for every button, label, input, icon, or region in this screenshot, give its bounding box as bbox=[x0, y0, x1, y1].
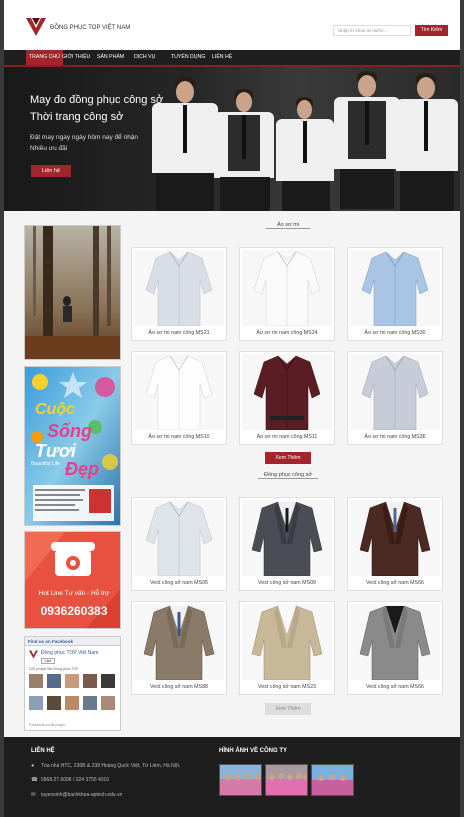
product-name[interactable]: Vest công sở nam MS09 bbox=[240, 580, 334, 586]
logo-icon[interactable] bbox=[26, 18, 46, 36]
product-name[interactable]: Vest công sở nam MS23 bbox=[240, 684, 334, 690]
product-card[interactable]: Vest công sở nam MS66 bbox=[347, 497, 443, 591]
avatar[interactable] bbox=[29, 696, 43, 710]
hero-banner: May đo đồng phục công sở Thời trang công… bbox=[4, 67, 460, 211]
product-image[interactable] bbox=[134, 500, 224, 576]
product-name[interactable]: Áo sơ mi nam công MS30 bbox=[348, 330, 442, 336]
nav-item-recruitment[interactable]: TUYỂN DỤNG bbox=[168, 50, 208, 65]
hotline-number[interactable]: 0936260383 bbox=[29, 604, 119, 618]
product-image[interactable] bbox=[134, 250, 224, 326]
hero-text: Nhiều ưu đãi bbox=[30, 145, 68, 152]
fb-avatars bbox=[29, 674, 119, 722]
product-image[interactable] bbox=[350, 354, 440, 430]
site-footer: LIÊN HỆ ● Tòa nhà HTC, 236B & 238 Hoàng … bbox=[4, 737, 460, 817]
avatar[interactable] bbox=[101, 696, 115, 710]
product-card[interactable]: Vest công sở nam MS09 bbox=[239, 497, 335, 591]
fb-like-count: 226 people like Đồng phục TOP bbox=[29, 667, 79, 671]
email-icon: ✉ bbox=[31, 792, 36, 798]
product-card[interactable]: Áo sơ mi nam công MS11 bbox=[239, 351, 335, 445]
product-name[interactable]: Áo sơ mi nam công MS24 bbox=[240, 330, 334, 336]
product-name[interactable]: Áo sơ mi nam công MS36 bbox=[348, 434, 442, 440]
banner-text: Cuộc bbox=[35, 401, 75, 418]
product-name[interactable]: Áo sơ mi nam công MS10 bbox=[132, 434, 226, 440]
avatar[interactable] bbox=[65, 674, 79, 688]
footer-address: Tòa nhà HTC, 236B & 238 Hoàng Quốc Việt,… bbox=[41, 763, 181, 769]
location-icon: ● bbox=[31, 763, 35, 769]
fb-page-logo-icon[interactable] bbox=[29, 650, 38, 659]
view-more-office-button[interactable]: Xem Thêm bbox=[265, 703, 311, 715]
search-button[interactable]: Tìm Kiếm bbox=[415, 25, 448, 36]
product-name[interactable]: Áo sơ mi nam công MS11 bbox=[240, 434, 334, 440]
search-input[interactable]: Nhập từ khóa tìm kiếm... bbox=[333, 25, 411, 36]
product-card[interactable]: Vest công sở nam MS88 bbox=[131, 601, 227, 695]
product-image[interactable] bbox=[350, 500, 440, 576]
product-card[interactable]: Áo sơ mi nam công MS30 bbox=[347, 247, 443, 341]
phone-icon bbox=[51, 542, 95, 576]
footer-phone[interactable]: 0968.27.6096 / 024 3755 4010 bbox=[41, 777, 109, 783]
footer-email[interactable]: tuyensinh@bachkhoa-aptech.edu.vn bbox=[41, 792, 122, 798]
avatar[interactable] bbox=[83, 674, 97, 688]
product-card[interactable]: Áo sơ mi nam công MS36 bbox=[347, 351, 443, 445]
brand-name[interactable]: ĐỒNG PHỤC TOP VIỆT NAM bbox=[50, 25, 130, 31]
product-name[interactable]: Vest công sở nam MS66 bbox=[348, 580, 442, 586]
nav-item-products[interactable]: SẢN PHẨM bbox=[94, 50, 127, 65]
phone-icon: ☎ bbox=[31, 777, 38, 783]
nav-item-services[interactable]: DỊCH VỤ bbox=[131, 50, 158, 65]
nav-item-about[interactable]: GIỚI THIỆU bbox=[59, 50, 93, 65]
footer-contact-title: LIÊN HỆ bbox=[31, 748, 55, 754]
hero-title: May đo đồng phục công sở bbox=[30, 94, 164, 106]
product-name[interactable]: Vest công sở nam MS05 bbox=[132, 580, 226, 586]
nav-item-home[interactable]: TRANG CHỦ bbox=[26, 50, 63, 65]
product-image[interactable] bbox=[134, 354, 224, 430]
avatar[interactable] bbox=[47, 696, 61, 710]
product-image[interactable] bbox=[242, 604, 332, 680]
product-card[interactable]: Áo sơ mi nam công MS21 bbox=[131, 247, 227, 341]
product-card[interactable]: Vest công sở nam MS66 bbox=[347, 601, 443, 695]
banner-text: Đẹp bbox=[65, 459, 100, 479]
avatar[interactable] bbox=[29, 674, 43, 688]
fb-page-name[interactable]: Đồng phục TOP Việt Nam bbox=[41, 650, 98, 656]
hotline-label: Hot Line Tư vấn - Hỗ trợ bbox=[38, 590, 110, 597]
product-image[interactable] bbox=[350, 250, 440, 326]
avatar[interactable] bbox=[65, 696, 79, 710]
product-card[interactable]: Áo sơ mi nam công MS24 bbox=[239, 247, 335, 341]
product-name[interactable]: Áo sơ mi nam công MS21 bbox=[132, 330, 226, 336]
product-name[interactable]: Vest công sở nam MS66 bbox=[348, 684, 442, 690]
sidebar-hotline-banner[interactable]: Hot Line Tư vấn - Hỗ trợ 0936260383 bbox=[24, 531, 121, 629]
product-name[interactable]: Vest công sở nam MS88 bbox=[132, 684, 226, 690]
product-image[interactable] bbox=[242, 250, 332, 326]
banner-small-text: Beautiful Life bbox=[31, 461, 60, 467]
product-image[interactable] bbox=[242, 500, 332, 576]
product-card[interactable]: Vest công sở nam MS05 bbox=[131, 497, 227, 591]
footer-gallery-title: HÌNH ẢNH VỀ CÔNG TY bbox=[219, 748, 288, 754]
section-title-office-uniform[interactable]: Đồng phục công sở bbox=[258, 472, 318, 479]
facebook-header: Find us on Facebook bbox=[25, 637, 120, 646]
product-card[interactable]: Vest công sở nam MS23 bbox=[239, 601, 335, 695]
hero-contact-button[interactable]: Liên hệ bbox=[31, 165, 71, 177]
fb-plugin-label: Facebook social plugin bbox=[29, 723, 65, 727]
company-photo[interactable] bbox=[311, 764, 354, 796]
site-header: ĐỒNG PHỤC TOP VIỆT NAM Nhập từ khóa tìm … bbox=[4, 0, 460, 50]
product-image[interactable] bbox=[242, 354, 332, 430]
facebook-widget: Find us on Facebook Đồng phục TOP Việt N… bbox=[24, 636, 121, 731]
product-card[interactable]: Áo sơ mi nam công MS10 bbox=[131, 351, 227, 445]
avatar[interactable] bbox=[101, 674, 115, 688]
company-photo[interactable] bbox=[219, 764, 262, 796]
hero-subtitle: Thời trang công sở bbox=[30, 111, 124, 123]
view-more-shirts-button[interactable]: Xem Thêm bbox=[265, 452, 311, 464]
company-photo[interactable] bbox=[265, 764, 308, 796]
avatar[interactable] bbox=[83, 696, 97, 710]
nav-item-contact[interactable]: LIÊN HỆ bbox=[209, 50, 235, 65]
banner-text: Sống bbox=[47, 421, 92, 441]
avatar[interactable] bbox=[47, 674, 61, 688]
main-nav: TRANG CHỦ GIỚI THIỆU SẢN PHẨM DỊCH VỤ TU… bbox=[4, 50, 460, 67]
hero-text: Đặt may ngay ngày hôm nay để nhận bbox=[30, 134, 139, 141]
product-image[interactable] bbox=[134, 604, 224, 680]
fb-like-button[interactable]: Like bbox=[41, 658, 55, 664]
sidebar-banner-forest[interactable] bbox=[24, 225, 121, 360]
product-image[interactable] bbox=[350, 604, 440, 680]
sidebar-banner-cuoc-song[interactable]: Cuộc Sống Tươi Beautiful Life Đẹp bbox=[24, 366, 121, 526]
section-title-shirts[interactable]: Áo sơ mi bbox=[266, 222, 310, 229]
